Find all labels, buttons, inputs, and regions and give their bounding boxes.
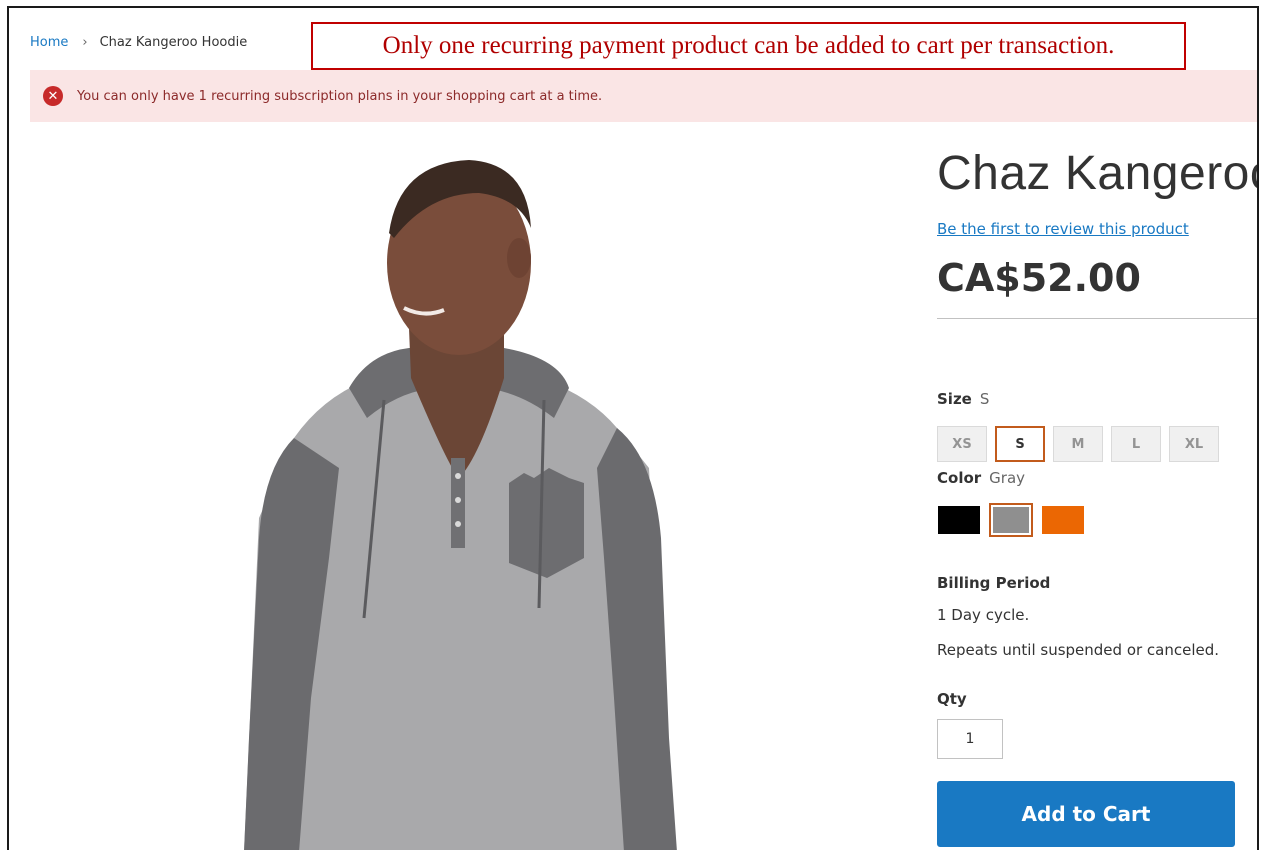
product-image[interactable] bbox=[49, 138, 909, 850]
breadcrumb-current: Chaz Kangeroo Hoodie bbox=[99, 35, 248, 50]
size-option-xs[interactable]: XS bbox=[937, 426, 987, 462]
review-link[interactable]: Be the first to review this product bbox=[937, 220, 1189, 238]
color-swatch-gray-fill bbox=[993, 507, 1029, 533]
color-swatch-black[interactable] bbox=[937, 503, 981, 537]
product-photo bbox=[244, 160, 677, 850]
size-label-text: Size bbox=[937, 390, 972, 408]
color-swatch-orange[interactable] bbox=[1041, 503, 1085, 537]
color-label-text: Color bbox=[937, 469, 982, 487]
annotation-text: Only one recurring payment product can b… bbox=[382, 32, 1115, 59]
color-swatch-gray[interactable] bbox=[989, 503, 1033, 537]
size-option-xl[interactable]: XL bbox=[1169, 426, 1219, 462]
size-label: Size S bbox=[937, 390, 989, 408]
size-options: XS S M L XL bbox=[937, 426, 1219, 462]
qty-input[interactable] bbox=[937, 719, 1003, 759]
color-label: Color Gray bbox=[937, 469, 1025, 487]
error-message-text: You can only have 1 recurring subscripti… bbox=[77, 88, 603, 104]
color-selected-value: Gray bbox=[989, 469, 1026, 487]
billing-cycle-text: 1 Day cycle. bbox=[937, 606, 1030, 624]
divider bbox=[937, 318, 1257, 319]
page-frame: Home › Chaz Kangeroo Hoodie ✕ You can on… bbox=[7, 6, 1259, 850]
breadcrumb-home-link[interactable]: Home bbox=[30, 35, 68, 50]
billing-repeat-text: Repeats until suspended or canceled. bbox=[937, 641, 1220, 659]
add-to-cart-button[interactable]: Add to Cart bbox=[937, 781, 1235, 847]
qty-label: Qty bbox=[937, 690, 967, 708]
annotation-callout: Only one recurring payment product can b… bbox=[311, 22, 1186, 70]
size-selected-value: S bbox=[979, 390, 990, 408]
color-options bbox=[937, 503, 1085, 537]
breadcrumb: Home › Chaz Kangeroo Hoodie bbox=[30, 35, 247, 50]
product-price: CA$52.00 bbox=[937, 256, 1141, 300]
color-swatch-orange-fill bbox=[1042, 506, 1084, 534]
breadcrumb-separator-icon: › bbox=[82, 35, 88, 50]
size-option-s[interactable]: S bbox=[995, 426, 1045, 462]
product-title: Chaz Kangeroo Hoodie bbox=[937, 147, 1259, 200]
color-swatch-black-fill bbox=[938, 506, 980, 534]
billing-period-label: Billing Period bbox=[937, 574, 1051, 592]
size-option-l[interactable]: L bbox=[1111, 426, 1161, 462]
error-icon: ✕ bbox=[43, 86, 63, 106]
size-option-m[interactable]: M bbox=[1053, 426, 1103, 462]
error-message: ✕ You can only have 1 recurring subscrip… bbox=[30, 70, 1257, 122]
